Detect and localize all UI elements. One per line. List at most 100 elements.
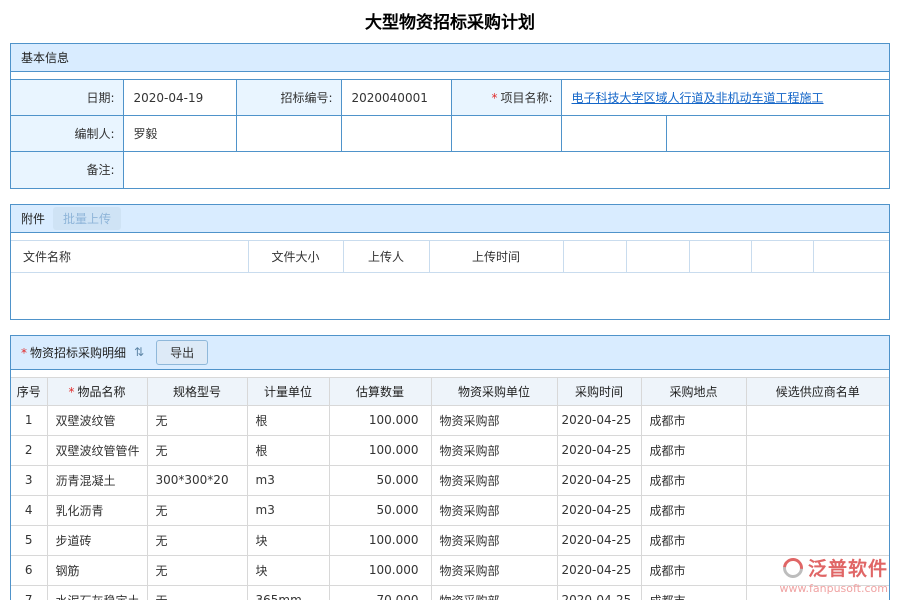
table-cell: 100.000 (329, 435, 431, 465)
basic-info-panel: 基本信息 日期: 2020-04-19 招标编号: 2020040001 *项目… (10, 43, 890, 189)
vendor-name: 泛普软件 (808, 554, 888, 581)
sort-icon[interactable]: ⇅ (134, 345, 144, 359)
column-header: 计量单位 (247, 377, 329, 405)
table-row: 7水泥石灰稳定土无365mm70.000物资采购部2020-04-25成都市 (11, 585, 889, 600)
column-header: 规格型号 (147, 377, 247, 405)
spacer (11, 233, 889, 240)
details-title-text: 物资招标采购明细 (30, 346, 126, 360)
table-cell: 物资采购部 (431, 435, 557, 465)
table-cell: 无 (147, 555, 247, 585)
empty-cell (451, 116, 561, 152)
table-cell: 块 (247, 525, 329, 555)
table-cell: 物资采购部 (431, 525, 557, 555)
column-header: 文件大小 (248, 240, 343, 272)
column-header: 文件名称 (11, 240, 248, 272)
date-value: 2020-04-19 (123, 80, 236, 116)
table-cell: 2020-04-25 (557, 525, 641, 555)
table-cell: 成都市 (641, 525, 746, 555)
attachments-table: 文件名称文件大小上传人上传时间 (11, 240, 889, 273)
spacer (11, 72, 889, 79)
column-header: 采购地点 (641, 377, 746, 405)
table-row: 4乳化沥青无m350.000物资采购部2020-04-25成都市 (11, 495, 889, 525)
table-cell: 根 (247, 405, 329, 435)
table-row: 5步道砖无块100.000物资采购部2020-04-25成都市 (11, 525, 889, 555)
batch-upload-button[interactable]: 批量上传 (53, 207, 121, 230)
empty-cell (236, 116, 341, 152)
details-table: 序号*物品名称规格型号计量单位估算数量物资采购单位采购时间采购地点候选供应商名单… (11, 377, 889, 600)
column-header: 上传人 (343, 240, 429, 272)
page: 大型物资招标采购计划 基本信息 日期: 2020-04-19 招标编号: 202… (0, 0, 900, 600)
table-cell (746, 435, 889, 465)
column-header (563, 240, 626, 272)
table-cell: 沥青混凝土 (47, 465, 147, 495)
attachments-header-bar: 附件 批量上传 (11, 205, 889, 233)
table-cell: 100.000 (329, 555, 431, 585)
table-cell: 2020-04-25 (557, 405, 641, 435)
project-name-label-text: 项目名称: (500, 91, 552, 105)
table-cell: 300*300*20 (147, 465, 247, 495)
vendor-website: www.fanpusoft.com (780, 582, 888, 595)
required-asterisk: * (21, 346, 27, 360)
basic-info-header-bar: 基本信息 (11, 44, 889, 72)
table-cell: 物资采购部 (431, 555, 557, 585)
column-header: 估算数量 (329, 377, 431, 405)
export-button[interactable]: 导出 (156, 340, 208, 365)
attachments-empty-area (11, 273, 889, 319)
table-cell: 4 (11, 495, 47, 525)
table-cell: 块 (247, 555, 329, 585)
remark-label: 备注: (11, 152, 123, 188)
attachments-title: 附件 (21, 210, 45, 227)
required-asterisk: * (68, 385, 74, 399)
table-cell: 成都市 (641, 405, 746, 435)
details-header-row: 序号*物品名称规格型号计量单位估算数量物资采购单位采购时间采购地点候选供应商名单 (11, 377, 889, 405)
fanpu-logo-icon (779, 553, 807, 581)
table-cell: 成都市 (641, 435, 746, 465)
column-header (813, 240, 889, 272)
empty-cell (341, 116, 451, 152)
table-cell: 步道砖 (47, 525, 147, 555)
table-cell: 2020-04-25 (557, 435, 641, 465)
table-cell: 双壁波纹管管件 (47, 435, 147, 465)
table-row: 3沥青混凝土300*300*20m350.000物资采购部2020-04-25成… (11, 465, 889, 495)
column-header: 候选供应商名单 (746, 377, 889, 405)
attachments-panel: 附件 批量上传 文件名称文件大小上传人上传时间 (10, 204, 890, 320)
table-cell: 无 (147, 405, 247, 435)
table-cell: 无 (147, 495, 247, 525)
table-cell: 70.000 (329, 585, 431, 600)
form-row-1: 日期: 2020-04-19 招标编号: 2020040001 *项目名称: 电… (11, 80, 889, 116)
table-cell: 成都市 (641, 585, 746, 600)
table-cell: 2020-04-25 (557, 585, 641, 600)
table-cell: 5 (11, 525, 47, 555)
table-cell: 水泥石灰稳定土 (47, 585, 147, 600)
vendor-logo-row: 泛普软件 (780, 554, 888, 581)
empty-cell (666, 116, 889, 152)
table-cell: 365mm (247, 585, 329, 600)
details-panel: *物资招标采购明细 ⇅ 导出 序号*物品名称规格型号计量单位估算数量物资采购单位… (10, 335, 890, 600)
column-header: *物品名称 (47, 377, 147, 405)
table-cell: 钢筋 (47, 555, 147, 585)
table-cell: 2020-04-25 (557, 465, 641, 495)
table-cell: 物资采购部 (431, 405, 557, 435)
column-header (751, 240, 813, 272)
vendor-logo: 泛普软件 www.fanpusoft.com (780, 554, 888, 595)
table-cell: m3 (247, 465, 329, 495)
table-cell (746, 495, 889, 525)
date-label: 日期: (11, 80, 123, 116)
table-cell: 双壁波纹管 (47, 405, 147, 435)
table-cell: 6 (11, 555, 47, 585)
table-cell: 50.000 (329, 465, 431, 495)
bid-no-value: 2020040001 (341, 80, 451, 116)
table-cell: 成都市 (641, 465, 746, 495)
column-header: 物资采购单位 (431, 377, 557, 405)
required-asterisk: * (491, 91, 497, 105)
table-cell: 成都市 (641, 495, 746, 525)
table-cell: 成都市 (641, 555, 746, 585)
table-cell: m3 (247, 495, 329, 525)
project-name-link[interactable]: 电子科技大学区域人行道及非机动车道工程施工 (572, 91, 824, 105)
table-cell: 7 (11, 585, 47, 600)
table-cell: 2 (11, 435, 47, 465)
creator-value: 罗毅 (123, 116, 236, 152)
details-title: *物资招标采购明细 (21, 344, 126, 361)
table-cell: 无 (147, 585, 247, 600)
table-row: 2双壁波纹管管件无根100.000物资采购部2020-04-25成都市 (11, 435, 889, 465)
